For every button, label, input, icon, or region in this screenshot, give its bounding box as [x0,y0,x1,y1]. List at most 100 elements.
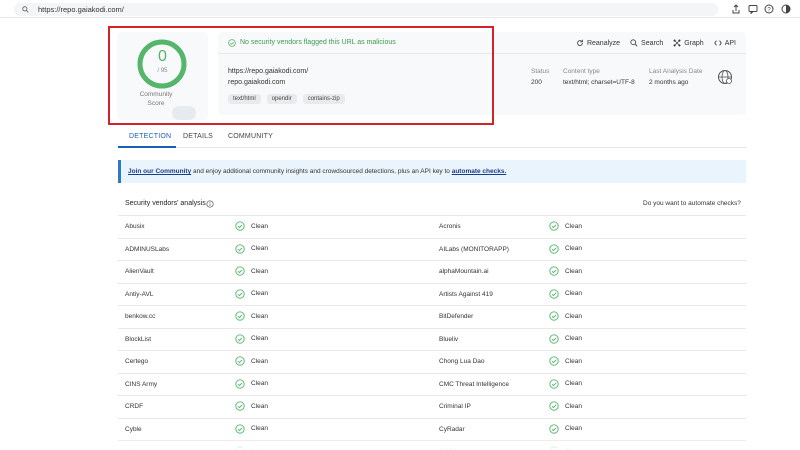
vendor-name[interactable]: ADMINUSLabs [125,246,169,253]
help-icon[interactable]: ? [764,4,774,14]
vendor-name[interactable]: Blueliv [439,336,458,343]
api-button[interactable]: API [714,39,736,47]
reanalyze-button[interactable]: Reanalyze [576,39,620,47]
chat-icon[interactable] [748,4,758,14]
result-label: Clean [251,222,268,230]
vendor-name[interactable]: Antiy-AVL [125,291,153,298]
vendor-name[interactable]: Certego [125,358,148,365]
last-analysis-label: Last Analysis Date [649,68,703,75]
vendors-analysis-title: Security vendors' analysis [125,200,206,207]
community-banner: Join our Community and enjoy additional … [118,160,746,183]
vendor-result: Clean [235,333,268,344]
table-row: benkow.cc Clean BitDefender Clean [118,306,746,329]
vendor-name[interactable]: CyRadar [439,426,465,433]
vendor-name[interactable]: Chong Lua Dao [439,358,485,365]
browser-toolbar: https://repo.gaiakodi.com/ ? [0,0,800,18]
check-circle-icon [235,288,245,299]
vendor-name[interactable]: CMC Threat Intelligence [439,381,509,388]
community-body-text: and enjoy additional community insights … [191,168,452,175]
vendor-name[interactable]: Acronis [439,223,461,230]
check-circle-icon [549,378,559,389]
vendor-name[interactable]: BlockList [125,336,151,343]
result-label: Clean [251,335,268,342]
vendor-result: Clean [549,378,582,389]
result-label: Clean [565,312,582,320]
info-icon[interactable] [206,200,214,208]
community-text: Join our Community and enjoy additional … [128,168,506,175]
result-label: Clean [251,267,268,275]
graph-label: Graph [684,39,704,47]
vendor-result: Clean [549,266,582,276]
result-label: Clean [565,402,582,410]
vendor-result: Clean [235,356,268,366]
last-analysis-value: 2 months ago [649,79,689,86]
join-community-link[interactable]: Join our Community [128,168,191,175]
vendor-name[interactable]: AILabs (MONITORAPP) [439,246,509,253]
vendor-result: Clean [549,288,582,299]
table-row: Certego Clean Chong Lua Dao Clean [118,351,746,374]
search-button[interactable]: Search [630,39,663,47]
refresh-icon [577,39,583,46]
automate-checks-link[interactable]: automate checks. [452,168,507,175]
vendor-name[interactable]: Artists Against 419 [439,291,493,298]
result-label: Clean [251,402,268,410]
tab-detection[interactable]: DETECTION [129,133,171,140]
scroll-fade [118,438,746,450]
result-label: Clean [565,357,582,365]
vendor-result: Clean [235,221,268,231]
table-row: BlockList Clean Blueliv Clean [118,329,746,351]
graph-button[interactable]: Graph [673,39,704,47]
content-type-label: Content type [563,68,600,75]
search-label: Search [641,39,664,47]
automate-checks-prompt[interactable]: Do you want to automate checks? [643,200,741,207]
result-label: Clean [565,425,582,432]
search-icon [22,6,29,13]
result-label: Clean [565,290,582,297]
tab-details[interactable]: DETAILS [183,133,213,140]
vendor-name[interactable]: CINS Army [125,381,157,388]
result-label: Clean [565,245,582,252]
vendor-name[interactable]: Criminal IP [439,403,471,410]
status-meta: Status 200 [531,68,549,86]
last-analysis-meta: Last Analysis Date 2 months ago [649,68,702,86]
address-url: https://repo.gaiakodi.com/ [38,5,124,14]
vendor-name[interactable]: alphaMountain.ai [439,268,489,275]
vendor-result: Clean [549,356,582,366]
vendor-name[interactable]: Cyble [125,426,142,433]
result-label: Clean [251,425,268,432]
globe-icon [718,70,732,84]
check-circle-icon [549,243,559,254]
table-row: CRDF Clean Criminal IP Clean [118,396,746,419]
vendor-result: Clean [549,333,582,344]
vendor-name[interactable]: BitDefender [439,313,473,320]
tab-community[interactable]: COMMUNITY [228,133,273,140]
vendor-result: Clean [235,401,268,411]
table-row: AlienVault Clean alphaMountain.ai Clean [118,261,746,284]
tab-bar: DETECTION DETAILS COMMUNITY [118,126,746,148]
vendor-result: Clean [549,311,582,321]
active-tab-indicator [118,146,176,148]
vendor-name[interactable]: benkow.cc [125,313,155,320]
content-type-meta: Content type text/html; charset=UTF-8 [563,68,635,86]
vendor-name[interactable]: Abusix [125,223,145,230]
table-row: Abusix Clean Acronis Clean [118,216,746,239]
vendor-result: Clean [235,378,268,389]
vendor-name[interactable]: AlienVault [125,268,154,275]
check-circle-icon [235,423,245,434]
search-icon [630,39,638,47]
check-circle-icon [235,378,245,389]
code-icon [714,40,722,46]
vendor-name[interactable]: CRDF [125,403,143,410]
theme-icon[interactable] [781,4,791,14]
vendor-result: Clean [549,423,582,434]
result-label: Clean [251,380,268,387]
check-circle-icon [235,311,245,321]
result-label: Clean [565,267,582,275]
result-label: Clean [565,335,582,342]
address-bar[interactable]: https://repo.gaiakodi.com/ [14,3,718,16]
check-circle-icon [549,423,559,434]
vendor-result: Clean [235,288,268,299]
check-circle-icon [549,356,559,366]
highlight-box [108,26,494,125]
share-icon[interactable] [731,4,741,14]
